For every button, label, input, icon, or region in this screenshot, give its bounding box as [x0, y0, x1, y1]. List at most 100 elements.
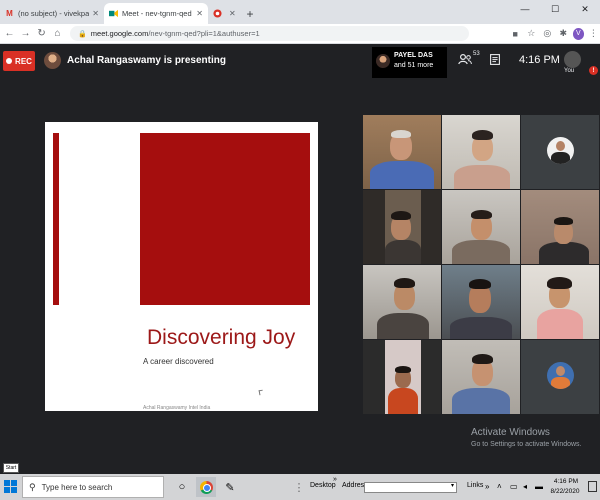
participant-video — [370, 161, 434, 189]
new-tab-button[interactable]: + — [242, 3, 258, 24]
back-icon[interactable]: ← — [3, 26, 16, 42]
participant-tile[interactable] — [363, 265, 441, 339]
maximize-icon[interactable]: ☐ — [540, 0, 570, 18]
gmail-icon: M — [6, 9, 13, 18]
volume-icon[interactable]: ◂ — [523, 482, 527, 491]
taskbar-time[interactable]: 4:16 PM — [551, 478, 581, 485]
close-window-icon[interactable]: ✕ — [570, 0, 600, 18]
slide-footer: Achal Rangaswamy Intel India — [143, 405, 211, 411]
window-controls: — ☐ ✕ — [510, 0, 600, 18]
participant-video — [454, 165, 510, 189]
participant-video — [394, 278, 415, 288]
desktop-toolbar-label[interactable]: Desktop — [310, 482, 336, 489]
participant-tile[interactable] — [442, 190, 520, 264]
tab-recording[interactable]: ✕ — [208, 3, 238, 24]
taskbar-date[interactable]: 8/22/2020 — [547, 488, 583, 495]
battery-icon[interactable]: ▬ — [535, 482, 543, 491]
tab-title: (no subject) - vivekpachauri@ita — [18, 9, 90, 18]
cortana-icon[interactable]: ○ — [172, 477, 192, 497]
address-toolbar-input[interactable] — [364, 482, 457, 493]
dropdown-icon[interactable]: ▾ — [451, 482, 454, 489]
home-icon[interactable]: ⌂ — [51, 26, 64, 42]
browser-toolbar: ← → ↻ ⌂ 🔒 meet.google.com/nev-tgnm-qed?p… — [0, 24, 600, 44]
participant-video — [395, 366, 411, 373]
participant-video — [554, 217, 573, 225]
windows-start-icon[interactable] — [4, 480, 18, 494]
meet-icon — [109, 9, 118, 18]
profile-avatar[interactable]: V — [572, 27, 584, 40]
participant-more: and 51 more — [394, 62, 434, 69]
menu-icon[interactable]: ⋮ — [587, 26, 600, 42]
rec-label: REC — [15, 56, 32, 66]
participant-tile[interactable] — [363, 190, 441, 264]
app-taskbar-icon[interactable]: ✎ — [220, 477, 240, 497]
slide-accent-bar — [53, 133, 59, 305]
close-icon[interactable]: ✕ — [196, 9, 203, 18]
tray-up-icon[interactable]: ˄ — [497, 482, 502, 491]
forward-icon[interactable]: → — [19, 26, 32, 42]
slide-subtitle: A career discovered — [143, 357, 214, 366]
people-icon[interactable] — [458, 53, 472, 68]
url-host: meet.google.com — [90, 29, 149, 38]
participant-tile[interactable] — [363, 115, 441, 189]
participant-card[interactable]: PAYEL DAS and 51 more — [372, 47, 447, 78]
close-icon[interactable]: ✕ — [229, 9, 236, 18]
url-path: /nev-tgnm-qed?pli=1&authuser=1 — [148, 29, 260, 38]
people-count: 53 — [473, 51, 480, 57]
participant-video — [539, 242, 589, 264]
chevron-icon[interactable]: » — [485, 482, 489, 491]
participant-avatar — [547, 362, 574, 389]
tab-title: Meet - nev-tgnm-qed — [122, 9, 192, 18]
participant-tile[interactable] — [442, 115, 520, 189]
notification-icon[interactable] — [588, 481, 597, 492]
close-icon[interactable]: ✕ — [92, 9, 99, 18]
tab-gmail[interactable]: M (no subject) - vivekpachauri@ita ✕ — [0, 3, 104, 24]
recording-badge: REC — [3, 51, 35, 71]
presenter-avatar — [44, 52, 61, 69]
search-placeholder: Type here to search — [41, 482, 113, 492]
minimize-icon[interactable]: — — [510, 0, 540, 18]
chat-icon[interactable] — [490, 54, 500, 68]
chrome-icon — [199, 480, 213, 494]
record-icon — [213, 9, 222, 18]
participant-tile[interactable] — [521, 265, 599, 339]
record-dot-icon — [6, 58, 13, 64]
extension-icon[interactable]: ◎ — [541, 26, 554, 42]
participant-video — [391, 211, 411, 220]
participant-video — [385, 240, 421, 264]
chevron-icon[interactable]: » — [333, 476, 337, 483]
participant-video — [472, 354, 493, 364]
self-label: You — [564, 68, 575, 74]
meet-top-bar: REC Achal Rangaswamy is presenting PAYEL… — [0, 44, 600, 80]
start-tooltip: Start — [3, 463, 19, 473]
screen: M (no subject) - vivekpachauri@ita ✕ Mee… — [0, 0, 600, 500]
alert-badge[interactable]: ! — [589, 66, 598, 75]
extension-puzzle-icon[interactable]: ✱ — [557, 26, 570, 42]
chrome-taskbar-icon[interactable] — [196, 477, 216, 497]
participant-tile[interactable] — [363, 340, 441, 414]
presenting-text: Achal Rangaswamy is presenting — [67, 55, 226, 66]
links-toolbar-label[interactable]: Links — [467, 482, 483, 489]
tab-strip: M (no subject) - vivekpachauri@ita ✕ Mee… — [0, 0, 600, 24]
camera-icon[interactable]: ■ — [509, 26, 522, 42]
network-icon[interactable]: ▭ — [510, 482, 518, 491]
participant-video — [452, 240, 510, 264]
participant-tile[interactable] — [442, 340, 520, 414]
participant-tile[interactable] — [521, 115, 599, 189]
watermark-subtitle: Go to Settings to activate Windows. — [471, 441, 582, 448]
star-icon[interactable]: ☆ — [525, 26, 538, 42]
reload-icon[interactable]: ↻ — [35, 26, 48, 42]
taskbar: ⚲ Type here to search ○ ✎ ⋮ Desktop » Ad… — [0, 474, 600, 500]
participant-tile[interactable] — [521, 340, 599, 414]
participant-name: PAYEL DAS — [394, 52, 433, 59]
participant-tile[interactable] — [521, 190, 599, 264]
participant-video — [391, 130, 411, 138]
participant-tile[interactable] — [442, 265, 520, 339]
presentation-slide: Discovering Joy A career discovered Acha… — [45, 122, 318, 411]
participant-avatar — [547, 137, 574, 164]
taskbar-search[interactable]: ⚲ Type here to search — [22, 476, 164, 498]
tab-meet[interactable]: Meet - nev-tgnm-qed ✕ — [104, 3, 208, 24]
lock-icon[interactable]: 🔒 — [78, 30, 87, 38]
participant-video — [472, 130, 493, 140]
address-bar[interactable]: 🔒 meet.google.com/nev-tgnm-qed?pli=1&aut… — [70, 26, 469, 41]
